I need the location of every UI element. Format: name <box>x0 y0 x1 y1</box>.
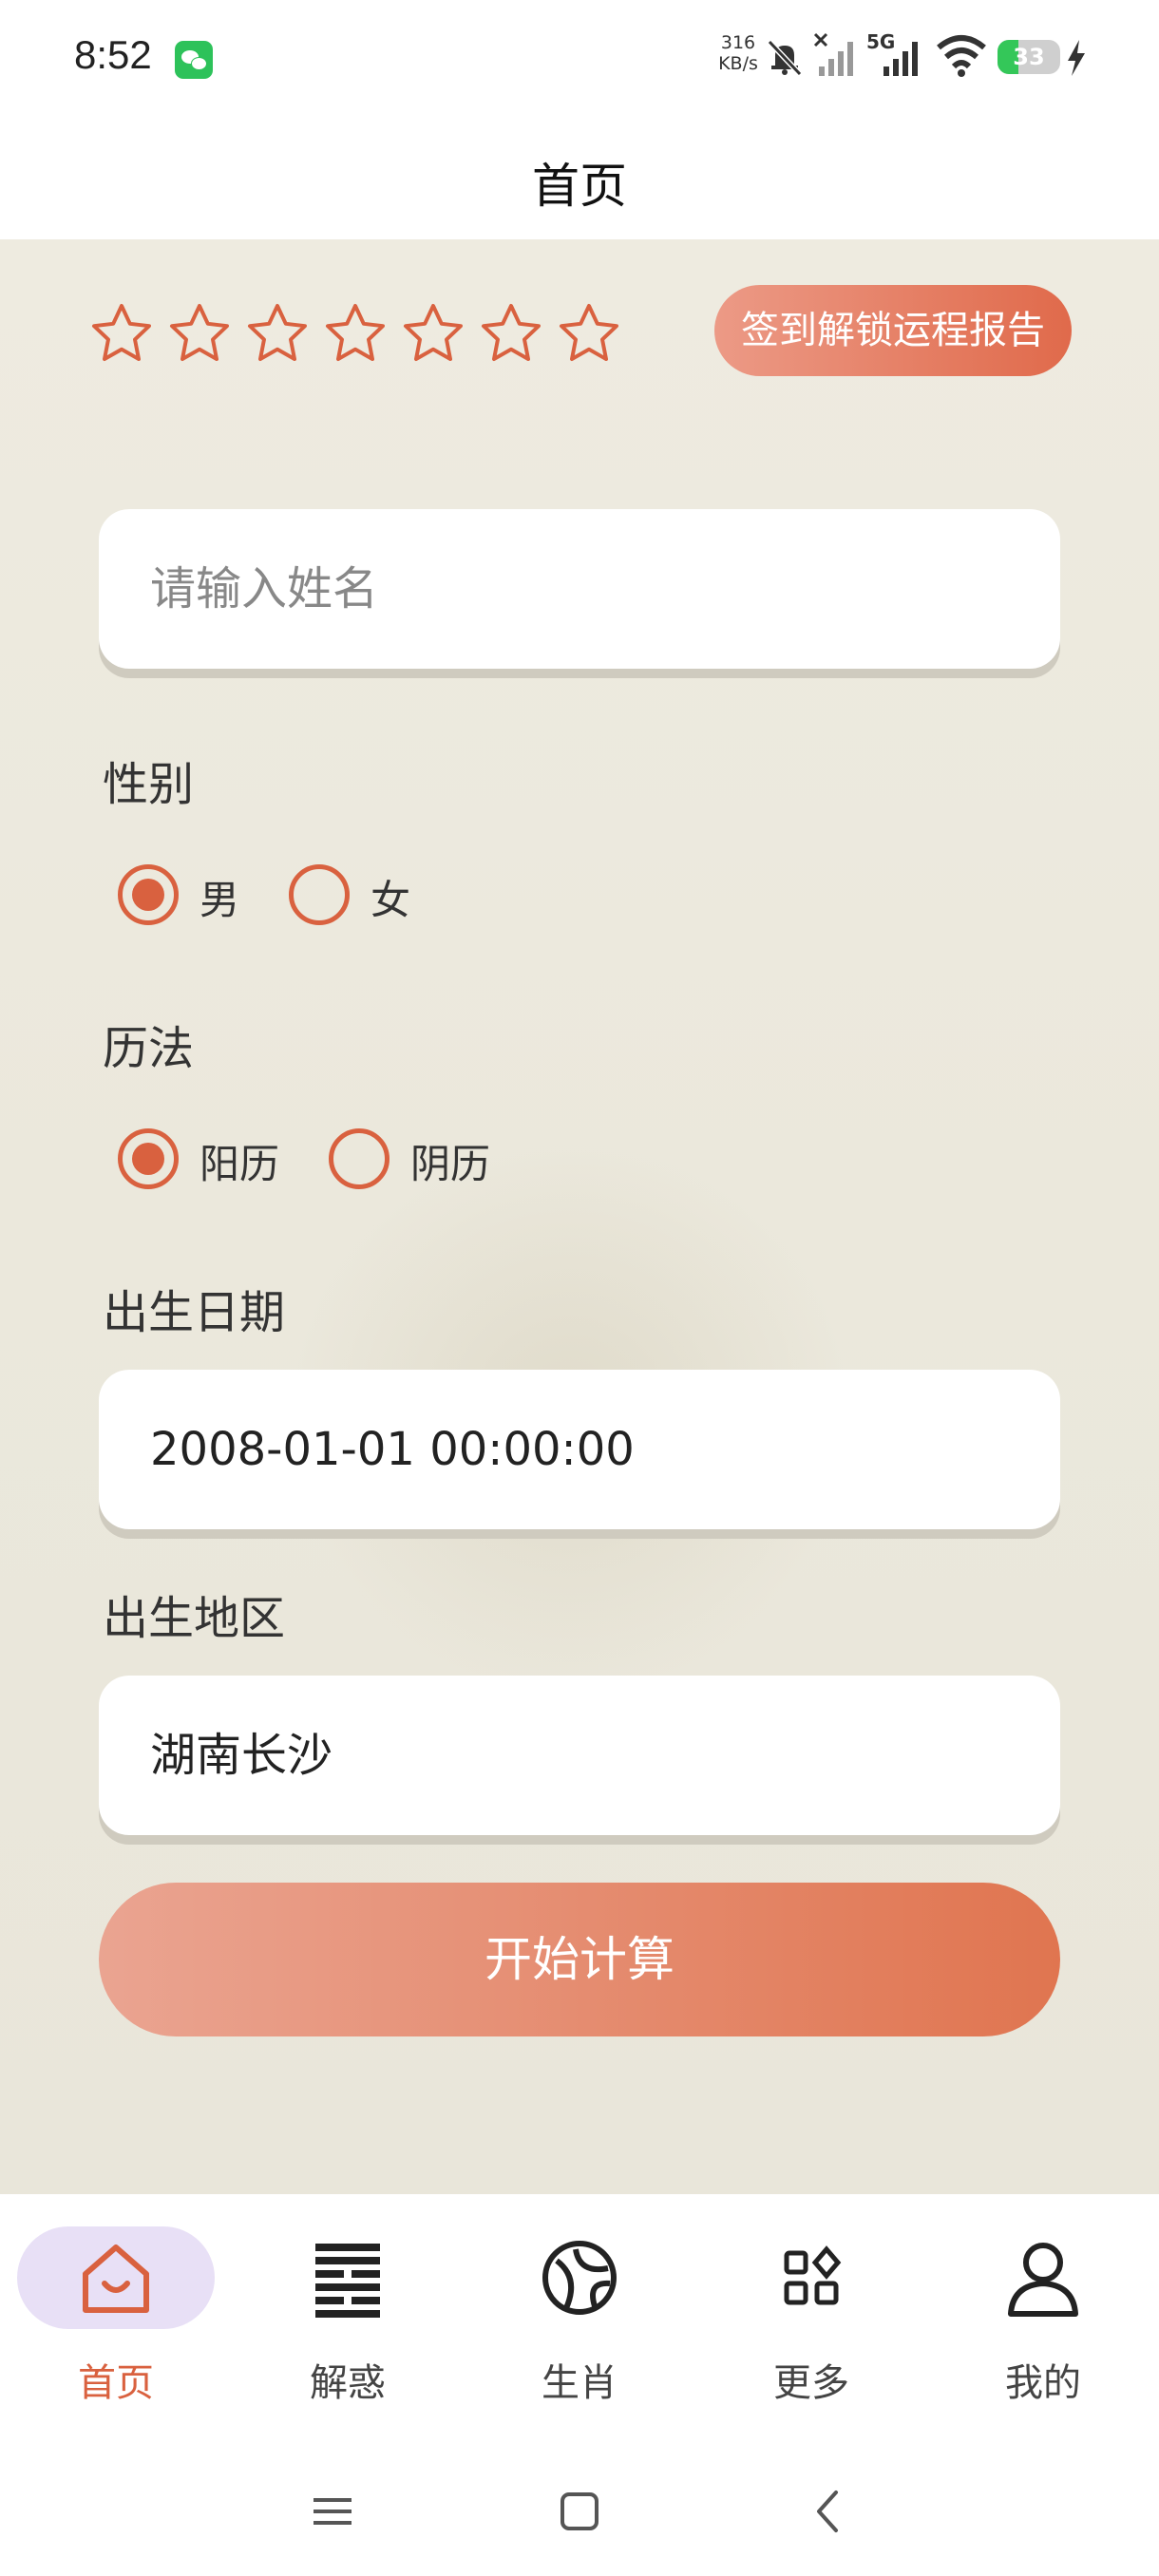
star-icon <box>326 304 385 361</box>
gender-option-male[interactable]: 男 <box>200 868 239 926</box>
star-icon <box>560 304 618 361</box>
wechat-icon <box>175 41 213 79</box>
gender-label: 性别 <box>103 758 195 811</box>
battery-level: 33 <box>1013 44 1045 70</box>
zodiac-icon <box>542 2241 617 2315</box>
page-title: 首页 <box>532 159 627 214</box>
nav-item-mine[interactable]: 我的 <box>948 2226 1138 2416</box>
nav-item-jiehuo[interactable]: 解惑 <box>253 2226 443 2416</box>
status-bar: 8:52 316 KB/s 5G 33 <box>0 0 1159 114</box>
nav-item-home[interactable]: 首页 <box>17 2226 215 2416</box>
name-input-placeholder: 请输入姓名 <box>150 562 379 616</box>
nav-label-more: 更多 <box>773 2361 849 2405</box>
star-icon <box>170 304 229 361</box>
calendar-radio-solar[interactable] <box>118 1128 179 1189</box>
star-icon <box>482 304 541 361</box>
calendar-label: 历法 <box>103 1022 195 1075</box>
home-square-icon[interactable] <box>555 2487 604 2536</box>
menu-icon[interactable] <box>308 2487 357 2536</box>
system-nav-bar <box>0 2451 1159 2576</box>
star-icon <box>248 304 307 361</box>
bottom-nav: 首页 解惑 生肖 更多 我的 <box>0 2194 1159 2451</box>
gender-option-female[interactable]: 女 <box>370 868 410 926</box>
grid-icon <box>784 2245 842 2305</box>
battery-icon: 33 <box>998 40 1060 74</box>
net-speed: 316 KB/s <box>714 32 762 74</box>
calendar-option-solar[interactable]: 阳历 <box>200 1132 279 1190</box>
gender-radio-male[interactable] <box>118 864 179 925</box>
status-time: 8:52 <box>74 32 152 77</box>
signal-5g-icon <box>884 42 918 76</box>
gender-radio-female[interactable] <box>289 864 350 925</box>
home-icon <box>83 2245 149 2313</box>
birth-place-label: 出生地区 <box>103 1592 286 1645</box>
checkin-button[interactable]: 签到解锁运程报告 <box>714 285 1072 376</box>
nav-label-shengxiao: 生肖 <box>542 2361 618 2405</box>
checkin-stars <box>87 300 623 369</box>
nav-label-home: 首页 <box>78 2361 154 2405</box>
birth-place-value: 湖南长沙 <box>150 1729 333 1782</box>
start-calculation-button[interactable]: 开始计算 <box>99 1883 1060 2036</box>
star-icon <box>404 304 463 361</box>
bell-muted-icon <box>767 39 803 77</box>
nav-item-shengxiao[interactable]: 生肖 <box>484 2226 674 2416</box>
calendar-option-lunar[interactable]: 阴历 <box>410 1132 490 1190</box>
birth-date-field[interactable]: 2008-01-01 00:00:00 <box>99 1370 1060 1529</box>
back-icon[interactable] <box>804 2487 853 2536</box>
calendar-radio-lunar[interactable] <box>329 1128 390 1189</box>
birth-date-label: 出生日期 <box>103 1286 286 1339</box>
net-speed-unit: KB/s <box>718 53 758 74</box>
star-icon <box>92 304 151 361</box>
hexagram-icon <box>315 2244 380 2318</box>
nav-label-mine: 我的 <box>1005 2361 1081 2405</box>
charging-icon <box>1068 40 1085 76</box>
birth-date-value: 2008-01-01 00:00:00 <box>150 1423 635 1476</box>
user-icon <box>1008 2243 1078 2317</box>
nav-item-more[interactable]: 更多 <box>716 2226 906 2416</box>
net-speed-value: 316 <box>720 32 756 53</box>
signal-x-icon <box>813 32 853 76</box>
name-input[interactable]: 请输入姓名 <box>99 509 1060 669</box>
app-header: 首页 <box>0 114 1159 239</box>
wifi-icon <box>937 35 986 77</box>
nav-label-jiehuo: 解惑 <box>310 2361 386 2405</box>
birth-place-field[interactable]: 湖南长沙 <box>99 1676 1060 1835</box>
main-content: 签到解锁运程报告 请输入姓名 性别 男 女 历法 阳历 阴历 出生日期 2008… <box>0 239 1159 2194</box>
